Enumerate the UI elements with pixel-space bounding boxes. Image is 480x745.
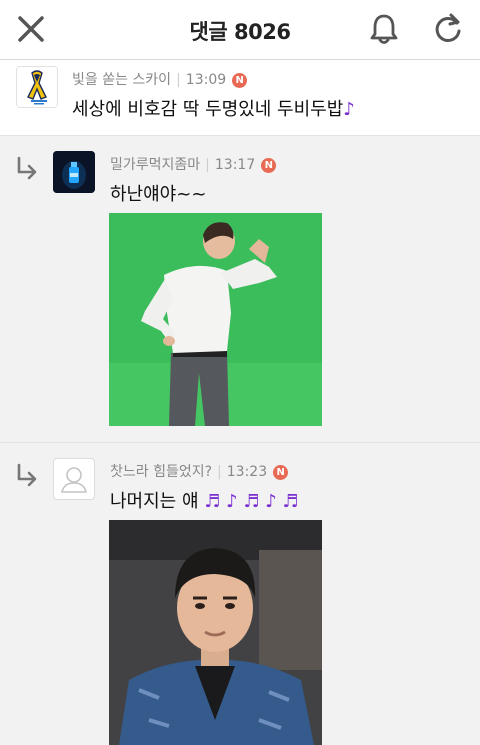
avatar[interactable] <box>53 458 95 500</box>
page-title: 댓글 8026 <box>0 16 480 46</box>
comment-body: 나머지는 얘 <box>110 491 199 512</box>
comment-time: 13:23 <box>226 464 268 480</box>
comment-item: 빛을 쏟는 스카이 | 13:09 N 세상에 비호감 딱 두명있네 두비두밥♪ <box>0 60 480 136</box>
avatar[interactable] <box>16 66 58 108</box>
header-bar: 댓글 8026 <box>0 0 480 60</box>
new-badge: N <box>232 73 248 88</box>
photo-man-green-screen <box>109 213 322 426</box>
comment-text: 하난얘야~~ <box>110 184 207 205</box>
comment-text: 나머지는 얘 ♬ ♪ ♬ ♪ ♬ <box>110 487 299 513</box>
comment-text: 세상에 비호감 딱 두명있네 두비두밥♪ <box>72 95 355 121</box>
comment-item: 찻느라 힘들었지? | 13:23 N 나머지는 얘 ♬ ♪ ♬ ♪ ♬ <box>0 443 480 745</box>
music-note-emoji: ♪ <box>343 99 355 120</box>
comment-meta: 빛을 쏟는 스카이 | 13:09 N <box>72 69 248 89</box>
title-label: 댓글 <box>189 20 228 44</box>
comment-time: 13:09 <box>185 72 227 88</box>
author-name[interactable]: 빛을 쏟는 스카이 <box>72 72 171 88</box>
refresh-icon[interactable] <box>430 11 466 47</box>
comment-meta: 찻느라 힘들었지? | 13:23 N <box>110 461 289 481</box>
photo-man-blue-jacket <box>109 520 322 745</box>
bell-icon[interactable] <box>366 11 402 47</box>
new-badge: N <box>261 158 277 173</box>
comment-item: 밀가루먹지좀마 | 13:17 N 하난얘야~~ <box>0 136 480 443</box>
author-name[interactable]: 찻느라 힘들었지? <box>110 464 212 480</box>
default-user-icon <box>61 467 87 493</box>
comment-body: 세상에 비호감 딱 두명있네 두비두밥 <box>72 99 344 120</box>
avatar[interactable] <box>53 151 95 193</box>
reply-arrow-icon <box>17 463 37 487</box>
comment-meta: 밀가루먹지좀마 | 13:17 N <box>110 154 277 174</box>
music-note-emoji: ♬ ♪ ♬ ♪ ♬ <box>204 491 299 512</box>
author-name[interactable]: 밀가루먹지좀마 <box>110 157 200 173</box>
comment-count: 8026 <box>234 20 291 44</box>
comment-time: 13:17 <box>214 157 256 173</box>
comment-photo[interactable] <box>109 520 322 745</box>
comment-photo[interactable] <box>109 213 322 426</box>
yellow-ribbon-logo <box>17 67 57 107</box>
reply-arrow-icon <box>17 156 37 180</box>
new-badge: N <box>273 465 289 480</box>
glowing-bottle-image <box>53 151 95 193</box>
